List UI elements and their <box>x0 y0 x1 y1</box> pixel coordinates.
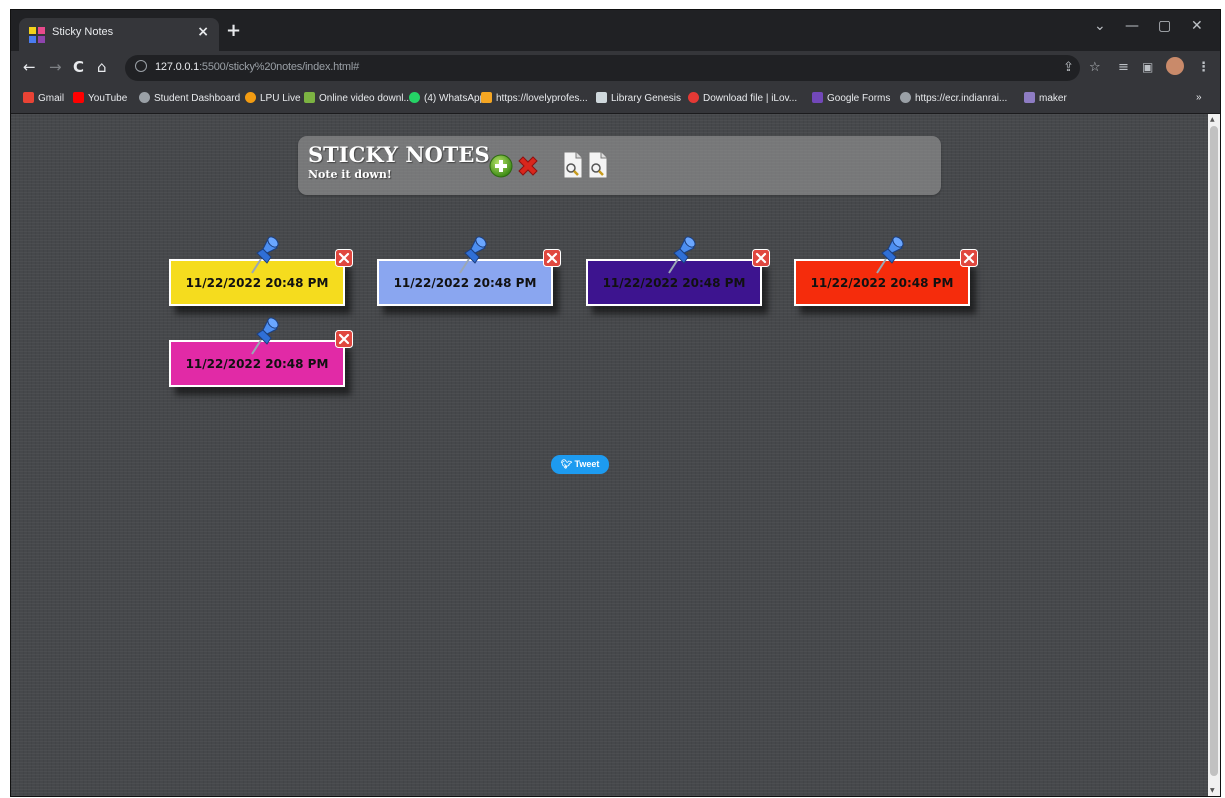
bookmark-indianrail[interactable]: https://ecr.indianrai... <box>900 92 1007 104</box>
globe-icon <box>139 92 150 103</box>
youtube-icon <box>73 92 84 103</box>
download-icon <box>304 92 315 103</box>
bookmark-youtube[interactable]: YouTube <box>73 92 127 104</box>
menu-icon[interactable]: ⋮ <box>1197 60 1210 75</box>
sticky-note[interactable]: 11/22/2022 20:48 PM <box>169 317 353 387</box>
minimize-icon[interactable]: — <box>1125 18 1139 34</box>
bookmark-gmail[interactable]: Gmail <box>23 92 64 104</box>
tab-sticky-notes[interactable]: Sticky Notes × <box>19 18 219 51</box>
share-icon[interactable]: ⇪ <box>1063 60 1074 75</box>
tab-title: Sticky Notes <box>52 26 114 38</box>
whatsapp-icon <box>409 92 420 103</box>
close-window-icon[interactable]: ✕ <box>1191 18 1203 34</box>
bookmark-ilovepdf[interactable]: Download file | iLov... <box>688 92 797 104</box>
sticky-note[interactable]: 11/22/2022 20:48 PM <box>586 236 770 306</box>
bookmark-whatsapp[interactable]: (4) WhatsApp <box>409 92 485 104</box>
header-panel: STICKY NOTES Note it down! <box>298 136 941 195</box>
tab-strip: Sticky Notes × + ⌄ — ▢ ✕ <box>11 10 1220 51</box>
bookmarks-bar: Gmail YouTube Student Dashboard LPU Live… <box>11 85 1220 114</box>
sticky-note[interactable]: 11/22/2022 20:48 PM <box>377 236 561 306</box>
note-date[interactable]: 11/22/2022 20:48 PM <box>171 276 343 290</box>
pushpin-icon <box>668 236 696 274</box>
bookmark-library-genesis[interactable]: Library Genesis <box>596 92 681 104</box>
forward-arrow-icon[interactable]: → <box>49 58 62 76</box>
page-content: STICKY NOTES Note it down! 11/22/2022 20… <box>11 114 1208 796</box>
pushpin-icon <box>876 236 904 274</box>
tweet-button[interactable]: 🐦︎ Tweet <box>551 455 609 474</box>
page-subtitle: Note it down! <box>308 168 392 181</box>
delete-note-icon[interactable] <box>335 249 353 267</box>
lpu-icon <box>481 92 492 103</box>
gmail-icon <box>23 92 34 103</box>
save-notes-button[interactable] <box>562 151 584 179</box>
sticky-note[interactable]: 11/22/2022 20:48 PM <box>794 236 978 306</box>
page-title: STICKY NOTES <box>308 142 490 167</box>
note-date[interactable]: 11/22/2022 20:48 PM <box>796 276 968 290</box>
sticky-notes-favicon-icon <box>29 27 45 43</box>
home-icon[interactable]: ⌂ <box>97 58 107 76</box>
delete-note-icon[interactable] <box>543 249 561 267</box>
reload-icon[interactable]: C <box>73 58 84 76</box>
back-arrow-icon[interactable]: ← <box>23 58 36 76</box>
google-forms-icon <box>812 92 823 103</box>
address-bar[interactable]: 127.0.0.1:5500/sticky%20notes/index.html… <box>125 55 1080 81</box>
restore-icon[interactable]: ▢ <box>1158 18 1171 34</box>
pushpin-icon <box>459 236 487 274</box>
note-date[interactable]: 11/22/2022 20:48 PM <box>588 276 760 290</box>
sticky-note[interactable]: 11/22/2022 20:48 PM <box>169 236 353 306</box>
note-date[interactable]: 11/22/2022 20:48 PM <box>379 276 551 290</box>
load-notes-button[interactable] <box>587 151 609 179</box>
delete-all-button[interactable] <box>515 153 541 179</box>
bookmark-google-forms[interactable]: Google Forms <box>812 92 890 104</box>
bookmark-student-dashboard[interactable]: Student Dashboard <box>139 92 240 104</box>
ilovepdf-icon <box>688 92 699 103</box>
maker-icon <box>1024 92 1035 103</box>
bookmark-maker[interactable]: maker <box>1024 92 1067 104</box>
lpu-live-icon <box>245 92 256 103</box>
scrollbar-thumb[interactable] <box>1210 126 1218 776</box>
library-icon <box>596 92 607 103</box>
bookmarks-overflow-icon[interactable]: » <box>1196 92 1202 103</box>
bookmark-lovelyprofessional[interactable]: https://lovelyprofes... <box>481 92 588 104</box>
profile-avatar[interactable] <box>1166 57 1184 75</box>
browser-window: Sticky Notes × + ⌄ — ▢ ✕ ← → C ⌂ 127.0.0… <box>10 9 1221 797</box>
new-tab-button[interactable]: + <box>226 20 241 41</box>
delete-note-icon[interactable] <box>960 249 978 267</box>
url-text[interactable]: 127.0.0.1:5500/sticky%20notes/index.html… <box>155 61 359 73</box>
reading-list-icon[interactable]: ≡ <box>1118 60 1129 75</box>
add-note-button[interactable] <box>489 154 513 178</box>
tab-close-icon[interactable]: × <box>197 24 209 40</box>
twitter-bird-icon: 🐦︎ <box>560 459 575 469</box>
note-date[interactable]: 11/22/2022 20:48 PM <box>171 357 343 371</box>
bookmark-online-video-downloader[interactable]: Online video downl... <box>304 92 412 104</box>
side-panel-icon[interactable]: ▣ <box>1142 60 1153 74</box>
scroll-down-icon[interactable]: ▼ <box>1210 787 1215 794</box>
delete-note-icon[interactable] <box>752 249 770 267</box>
pushpin-icon <box>251 236 279 274</box>
page-scrollbar[interactable]: ▲ ▼ <box>1208 114 1220 796</box>
scroll-up-icon[interactable]: ▲ <box>1210 116 1215 123</box>
site-info-icon[interactable] <box>135 60 147 72</box>
tab-search-icon[interactable]: ⌄ <box>1094 18 1106 34</box>
bookmark-lpu-live[interactable]: LPU Live <box>245 92 301 104</box>
bookmark-star-icon[interactable]: ☆ <box>1089 60 1101 75</box>
globe-icon <box>900 92 911 103</box>
delete-note-icon[interactable] <box>335 330 353 348</box>
pushpin-icon <box>251 317 279 355</box>
browser-toolbar: ← → C ⌂ 127.0.0.1:5500/sticky%20notes/in… <box>11 51 1220 85</box>
